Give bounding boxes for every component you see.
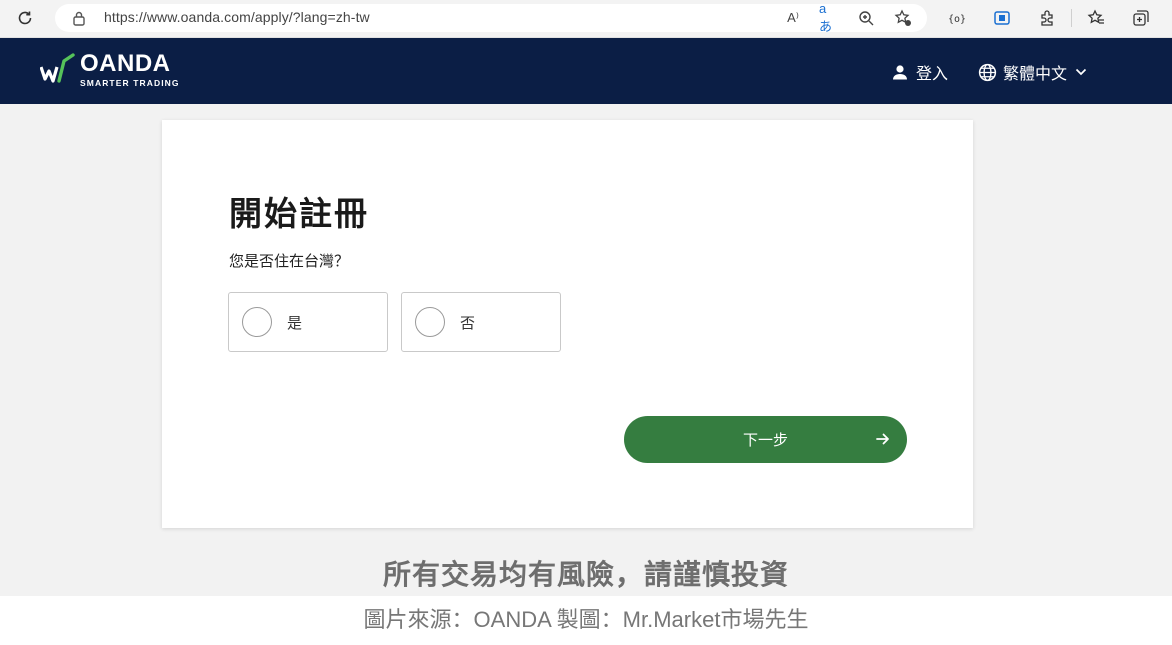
radio-option-yes[interactable]: 是 <box>228 292 388 352</box>
address-bar[interactable]: https://www.oanda.com/apply/?lang=zh-tw … <box>55 1 927 34</box>
form-title: 開始註冊 <box>229 194 369 233</box>
extensions-icon[interactable] <box>1036 7 1058 29</box>
image-source-caption: 圖片來源：OANDA 製圖：Mr.Market市場先生 <box>363 607 809 632</box>
language-label: 繁體中文 <box>1003 64 1068 83</box>
radio-circle[interactable] <box>415 307 445 337</box>
add-favorite-icon[interactable] <box>893 8 913 28</box>
oanda-logo[interactable]: OANDA SMARTER TRADING <box>40 50 180 90</box>
chevron-down-icon <box>1075 68 1087 76</box>
logo-name: OANDA <box>80 50 171 77</box>
translate-icon[interactable]: aあ <box>819 1 839 34</box>
user-icon <box>893 65 907 80</box>
site-header: OANDA SMARTER TRADING 登入 繁體中文 <box>0 38 1172 104</box>
browser-toolbar: https://www.oanda.com/apply/?lang=zh-tw … <box>0 0 1172 38</box>
residency-question: 您是否住在台灣？ <box>229 252 350 270</box>
toolbar-divider <box>1071 9 1072 27</box>
radio-label-no: 否 <box>460 314 476 332</box>
url-text[interactable]: https://www.oanda.com/apply/?lang=zh-tw <box>104 9 370 25</box>
radio-option-no[interactable]: 否 <box>401 292 561 352</box>
oanda-logo-mark <box>40 53 75 83</box>
immersive-reader-icon[interactable] <box>991 7 1013 29</box>
zoom-icon[interactable] <box>856 8 876 28</box>
favorites-icon[interactable] <box>1085 7 1107 29</box>
radio-circle[interactable] <box>242 307 272 337</box>
login-label: 登入 <box>916 64 949 83</box>
collections-icon[interactable] <box>1130 7 1152 29</box>
lock-icon[interactable] <box>71 10 87 26</box>
read-aloud-glyph: A⁾ <box>787 10 799 25</box>
risk-warning-caption: 所有交易均有風險，請謹慎投資 <box>382 558 789 591</box>
svg-text:{o}: {o} <box>948 14 965 25</box>
arrow-right-icon <box>876 433 889 445</box>
next-label: 下一步 <box>742 432 788 449</box>
reload-icon[interactable] <box>14 7 36 29</box>
logo-tagline: SMARTER TRADING <box>80 78 180 88</box>
language-selector[interactable]: 繁體中文 <box>978 60 1087 84</box>
extension-braces-icon[interactable]: {o} <box>945 7 967 29</box>
translate-glyph: aあ <box>819 1 833 34</box>
next-button[interactable]: 下一步 <box>624 416 907 463</box>
read-aloud-icon[interactable]: A⁾ <box>783 8 803 28</box>
login-link[interactable]: 登入 <box>892 60 948 84</box>
registration-card: 開始註冊 您是否住在台灣？ 是 否 下一步 <box>162 120 973 528</box>
globe-icon <box>978 63 997 81</box>
radio-label-yes: 是 <box>287 314 303 332</box>
